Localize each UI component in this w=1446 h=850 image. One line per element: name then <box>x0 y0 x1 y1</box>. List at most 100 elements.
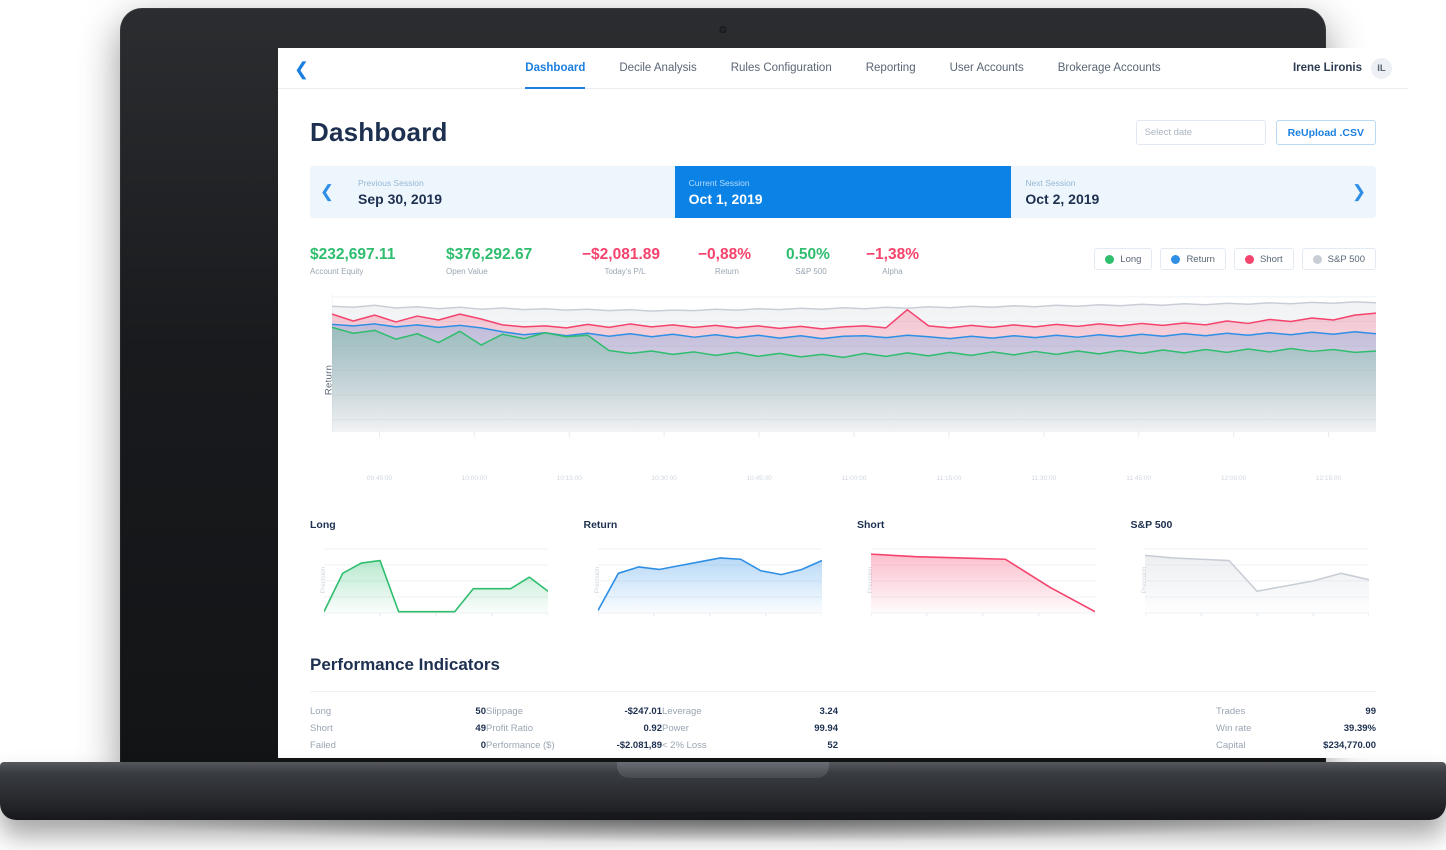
legend-dot-return <box>1171 254 1181 264</box>
sparkline-row: Long Precision Return Precision Short Pr… <box>310 519 1376 619</box>
sparkline-title: S&P 500 <box>1130 518 1173 531</box>
kpi-open-value: $376,292.67 Open Value <box>446 246 552 276</box>
x-axis-tick-label: 10:00:00 <box>461 474 488 482</box>
legend-dot-sp500 <box>1312 254 1322 264</box>
legend-label: S&P 500 <box>1327 253 1365 265</box>
legend-chip-short[interactable]: Short <box>1233 248 1294 270</box>
sparkline-body: Precision <box>1131 541 1377 619</box>
session-date: Sep 30, 2019 <box>358 190 443 207</box>
legend-chip-return[interactable]: Return <box>1160 248 1226 270</box>
metric-value: -$2.081,89 <box>616 739 662 751</box>
webcam-icon <box>719 26 727 33</box>
date-picker[interactable]: 📅 <box>1135 120 1296 145</box>
select-date-input[interactable] <box>1144 127 1277 138</box>
sparkline-canvas <box>1144 548 1369 616</box>
previous-session-arrow-icon[interactable]: ❮ <box>310 166 344 218</box>
nav-label: Decile Analysis <box>619 62 697 74</box>
session-switcher: ❮ Previous Session Sep 30, 2019 Current … <box>310 166 1376 218</box>
performance-indicators-grid: Long 50 Short 49 Failed 0 Slippage -$247.01 … <box>310 706 1376 757</box>
main-chart-canvas: 10-1-2-3-4 <box>332 291 1376 437</box>
table-row: Win rate 39.39% <box>1216 723 1376 740</box>
legend-label: Short <box>1259 253 1283 265</box>
session-next[interactable]: Next Session Oct 2, 2019 <box>1011 166 1342 218</box>
performance-column-4: Trades 99 Win rate 39.39% Capital $234,770.… <box>1216 706 1376 757</box>
sparkline-body: Precision <box>584 541 830 619</box>
session-current[interactable]: Current Session Oct 1, 2019 <box>674 166 1012 218</box>
performance-indicators-title: Performance Indicators <box>310 654 500 674</box>
table-row: Slippage -$247.01 <box>486 706 662 723</box>
nav-label: Brokerage Accounts <box>1057 62 1161 74</box>
sparkline-body: Precision <box>310 541 556 619</box>
session-label: Previous Session <box>358 177 424 188</box>
kpi-value: 0.50% <box>786 246 830 263</box>
kpi-sp500: 0.50% S&P 500 <box>786 246 836 276</box>
metric-value: 99.94 <box>814 722 838 734</box>
user-menu[interactable]: Irene Lironis IL <box>1292 57 1392 79</box>
x-axis-tick-label: 09:45:00 <box>366 474 393 482</box>
sparkline-title: Short <box>857 518 885 531</box>
kpi-label: Return <box>714 266 739 276</box>
legend-chip-long[interactable]: Long <box>1094 248 1153 270</box>
sparkline-canvas <box>871 548 1095 616</box>
avatar: IL <box>1371 57 1392 79</box>
metric-key: Power <box>662 722 689 734</box>
main-nav: Dashboard Decile Analysis Rules Configur… <box>508 48 1177 89</box>
nav-label: Rules Configuration <box>730 62 832 74</box>
metric-value: 99 <box>1365 705 1376 717</box>
nav-item-rules-configuration[interactable]: Rules Configuration <box>714 48 849 89</box>
table-row: Failed 0 <box>310 740 486 757</box>
nav-label: User Accounts <box>949 62 1024 74</box>
metric-key: Trades <box>1216 705 1246 717</box>
kpi-value: −1,38% <box>866 246 920 263</box>
legend-label: Return <box>1186 253 1215 265</box>
laptop-base-notch <box>617 762 829 778</box>
nav-item-brokerage-accounts[interactable]: Brokerage Accounts <box>1041 48 1178 89</box>
page-title: Dashboard <box>310 117 448 147</box>
next-session-arrow-icon[interactable]: ❯ <box>1342 166 1376 218</box>
nav-item-reporting[interactable]: Reporting <box>849 48 933 89</box>
header-tools: 📅 ReUpload .CSV <box>1135 120 1376 145</box>
nav-item-user-accounts[interactable]: User Accounts <box>933 48 1041 89</box>
metric-key: Slippage <box>486 705 523 717</box>
metric-key: < 2% Loss <box>662 739 707 751</box>
metric-value: 50 <box>475 705 486 717</box>
user-name: Irene Lironis <box>1292 62 1362 74</box>
nav-item-decile-analysis[interactable]: Decile Analysis <box>602 48 713 89</box>
session-previous[interactable]: Previous Session Sep 30, 2019 <box>344 166 675 218</box>
table-row: Trades 99 <box>1216 706 1376 723</box>
main-return-chart: Return 10-1-2-3-4 <box>310 288 1376 473</box>
table-row: Power 99.94 <box>662 723 838 740</box>
page-header: Dashboard 📅 ReUpload .CSV <box>310 89 1376 166</box>
sparkline-title: Long <box>310 518 336 531</box>
sparkline-body: Precision <box>857 541 1103 619</box>
session-label: Current Session <box>688 177 750 188</box>
back-button[interactable]: ❮ <box>294 48 309 89</box>
screen-viewport: ❮ Dashboard Decile Analysis Rules Config… <box>278 48 1408 758</box>
x-axis-tick-label: 11:30:00 <box>1031 474 1057 482</box>
kpi-value: $232,697.11 <box>310 246 396 263</box>
metric-key: Profit Ratio <box>486 722 533 734</box>
nav-item-dashboard[interactable]: Dashboard <box>508 48 602 89</box>
kpi-account-equity: $232,697.11 Account Equity <box>310 246 416 276</box>
divider <box>310 690 1376 692</box>
legend-dot-long <box>1105 254 1115 264</box>
performance-column-3: Leverage 3.24 Power 99.94 < 2% Loss 52 <box>662 706 838 757</box>
reupload-csv-label: ReUpload .CSV <box>1287 126 1364 139</box>
x-axis-tick-label: 11:00:00 <box>841 474 867 482</box>
laptop-base-shadow <box>58 812 1388 842</box>
metric-value: $234,770.00 <box>1323 739 1376 751</box>
sparkline-canvas <box>324 548 548 616</box>
table-row: < 2% Loss 52 <box>662 740 838 757</box>
laptop-lid: ❮ Dashboard Decile Analysis Rules Config… <box>120 8 1408 768</box>
reupload-csv-button[interactable]: ReUpload .CSV <box>1275 120 1376 145</box>
top-navigation-bar: ❮ Dashboard Decile Analysis Rules Config… <box>278 48 1408 89</box>
table-row: Performance ($) -$2.081,89 <box>486 740 662 757</box>
sparkline-card-long: Long Precision <box>310 519 556 619</box>
table-row: Profit Ratio 0.92 <box>486 723 662 740</box>
session-date: Oct 1, 2019 <box>688 190 763 207</box>
metric-key: Leverage <box>662 705 702 717</box>
kpi-row: $232,697.11 Account Equity $376,292.67 O… <box>310 218 1376 276</box>
table-row: Short 49 <box>310 723 486 740</box>
legend-chip-sp500[interactable]: S&P 500 <box>1301 248 1376 270</box>
table-row: Leverage 3.24 <box>662 706 838 723</box>
